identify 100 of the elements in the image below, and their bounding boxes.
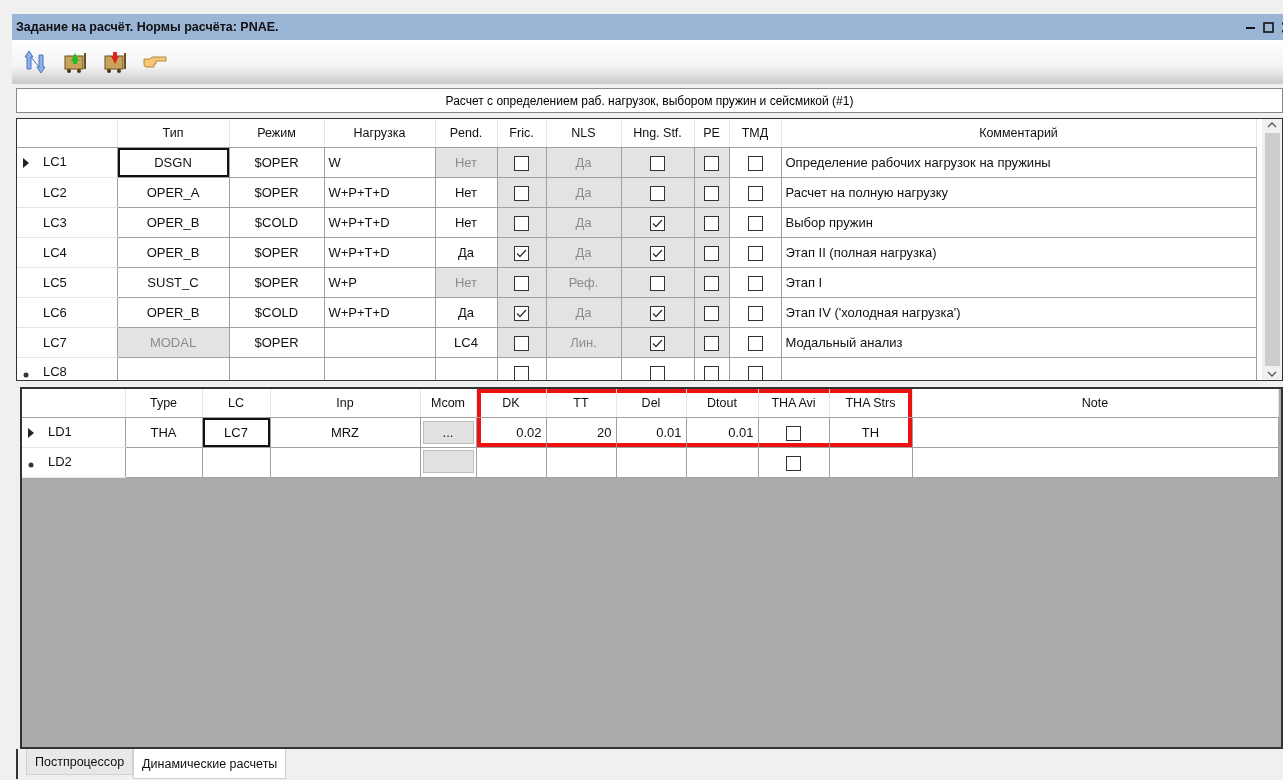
- table-cell[interactable]: Этап IV ('холодная нагрузка'): [781, 297, 1256, 328]
- column-header[interactable]: THA Avi: [758, 389, 829, 418]
- row-label: LC6: [43, 305, 67, 320]
- checkbox[interactable]: [747, 365, 763, 380]
- table-cell[interactable]: 20: [546, 417, 616, 448]
- table-cell[interactable]: Да: [435, 237, 497, 268]
- column-header[interactable]: Type: [125, 389, 202, 418]
- column-header[interactable]: Pend.: [435, 119, 497, 148]
- table-cell[interactable]: Расчет на полную нагрузку: [781, 177, 1256, 208]
- column-header[interactable]: Тип: [117, 119, 229, 148]
- table-cell[interactable]: Нет: [435, 177, 497, 208]
- table-cell[interactable]: 0.02: [476, 417, 546, 448]
- table-cell[interactable]: Определение рабочих нагрузок на пружины: [781, 147, 1256, 178]
- checkbox[interactable]: [747, 305, 763, 321]
- table-cell[interactable]: OPER_A: [117, 177, 229, 208]
- row-label: LC5: [43, 275, 67, 290]
- column-header[interactable]: LC: [202, 389, 270, 418]
- table-cell[interactable]: Да: [435, 297, 497, 328]
- column-header[interactable]: Hng. Stf.: [621, 119, 694, 148]
- row-label: LD2: [48, 454, 72, 470]
- table-cell[interactable]: MRZ: [270, 417, 420, 448]
- current-row-icon: [23, 157, 29, 168]
- table-cell[interactable]: OPER_B: [117, 297, 229, 328]
- column-header[interactable]: Mcom: [420, 389, 476, 418]
- table-cell[interactable]: $OPER: [229, 147, 324, 178]
- table-cell[interactable]: Этап II (полная нагрузка): [781, 237, 1256, 268]
- table-cell[interactable]: [324, 327, 435, 358]
- column-header[interactable]: TT: [546, 389, 616, 418]
- new-row-icon: [28, 461, 34, 468]
- checkbox[interactable]: [514, 365, 529, 380]
- table-cell[interactable]: $OPER: [229, 237, 324, 268]
- table-cell[interactable]: W+P: [324, 267, 435, 298]
- checkbox[interactable]: [704, 365, 719, 380]
- tab[interactable]: Динамические расчеты: [133, 749, 287, 779]
- checkbox[interactable]: [747, 185, 763, 201]
- table-cell[interactable]: [912, 447, 1278, 478]
- column-header[interactable]: THA Strs: [829, 389, 912, 418]
- table-cell[interactable]: [270, 447, 420, 478]
- table-cell[interactable]: Этап I: [781, 267, 1256, 298]
- table-cell[interactable]: $COLD: [229, 207, 324, 238]
- table-cell[interactable]: LC4: [435, 327, 497, 358]
- table-cell[interactable]: W+P+T+D: [324, 177, 435, 208]
- table-cell[interactable]: [476, 447, 546, 478]
- table-cell[interactable]: [125, 447, 202, 478]
- checkbox[interactable]: [747, 245, 763, 261]
- table-cell[interactable]: [546, 447, 616, 478]
- table-cell[interactable]: 0.01: [616, 417, 686, 448]
- column-header[interactable]: Fric.: [497, 119, 546, 148]
- checkbox[interactable]: [747, 215, 763, 231]
- table-cell[interactable]: $OPER: [229, 267, 324, 298]
- column-header[interactable]: ТМД: [729, 119, 781, 148]
- table-cell[interactable]: $OPER: [229, 177, 324, 208]
- maximize-icon[interactable]: [1263, 21, 1274, 33]
- column-header[interactable]: Inp: [270, 389, 420, 418]
- column-header[interactable]: Комментарий: [781, 119, 1256, 148]
- column-header[interactable]: NLS: [546, 119, 621, 148]
- table-cell[interactable]: 0.01: [686, 417, 758, 448]
- table-cell[interactable]: Выбор пружин: [781, 207, 1256, 238]
- table-cell[interactable]: [202, 447, 270, 478]
- table-cell[interactable]: $OPER: [229, 327, 324, 358]
- table-cell[interactable]: [686, 447, 758, 478]
- table-cell[interactable]: Модальный анализ: [781, 327, 1256, 358]
- table-cell[interactable]: W+P+T+D: [324, 237, 435, 268]
- table-cell[interactable]: W+P+T+D: [324, 297, 435, 328]
- table-cell[interactable]: [616, 447, 686, 478]
- scroll-thumb[interactable]: [1264, 133, 1280, 366]
- table-cell[interactable]: W: [324, 147, 435, 178]
- table-cell[interactable]: [912, 417, 1278, 448]
- table-cell[interactable]: [829, 447, 912, 478]
- table-cell[interactable]: LC7: [202, 417, 270, 448]
- column-header[interactable]: DK: [476, 389, 546, 418]
- checkbox[interactable]: [747, 335, 763, 351]
- scrollbar[interactable]: [1262, 119, 1282, 380]
- checkbox[interactable]: [747, 275, 763, 291]
- table-cell[interactable]: TH: [829, 417, 912, 448]
- tab[interactable]: Постпроцессор: [26, 749, 134, 775]
- column-header[interactable]: PE: [694, 119, 729, 148]
- table-cell[interactable]: OPER_B: [117, 207, 229, 238]
- table-cell[interactable]: Нет: [435, 207, 497, 238]
- minimize-icon[interactable]: [1246, 25, 1255, 29]
- column-header[interactable]: Dtout: [686, 389, 758, 418]
- table-cell[interactable]: THA: [125, 417, 202, 448]
- checkbox[interactable]: [786, 455, 801, 471]
- table-cell[interactable]: DSGN: [117, 147, 229, 178]
- checkbox[interactable]: [650, 365, 665, 380]
- table-cell[interactable]: $COLD: [229, 297, 324, 328]
- checkbox[interactable]: [786, 425, 801, 441]
- table-cell[interactable]: W+P+T+D: [324, 207, 435, 238]
- column-header[interactable]: Note: [912, 389, 1278, 418]
- column-header[interactable]: Del: [616, 389, 686, 418]
- row-label: LC2: [43, 185, 67, 200]
- column-header[interactable]: Нагрузка: [324, 119, 435, 148]
- table-cell[interactable]: SUST_C: [117, 267, 229, 298]
- column-header[interactable]: Режим: [229, 119, 324, 148]
- current-row-icon: [28, 427, 34, 438]
- table-cell[interactable]: [781, 357, 1256, 380]
- checkbox[interactable]: [747, 155, 763, 171]
- table-cell[interactable]: OPER_B: [117, 237, 229, 268]
- browse-button[interactable]: ...: [422, 421, 474, 444]
- row-label: LC1: [43, 154, 67, 170]
